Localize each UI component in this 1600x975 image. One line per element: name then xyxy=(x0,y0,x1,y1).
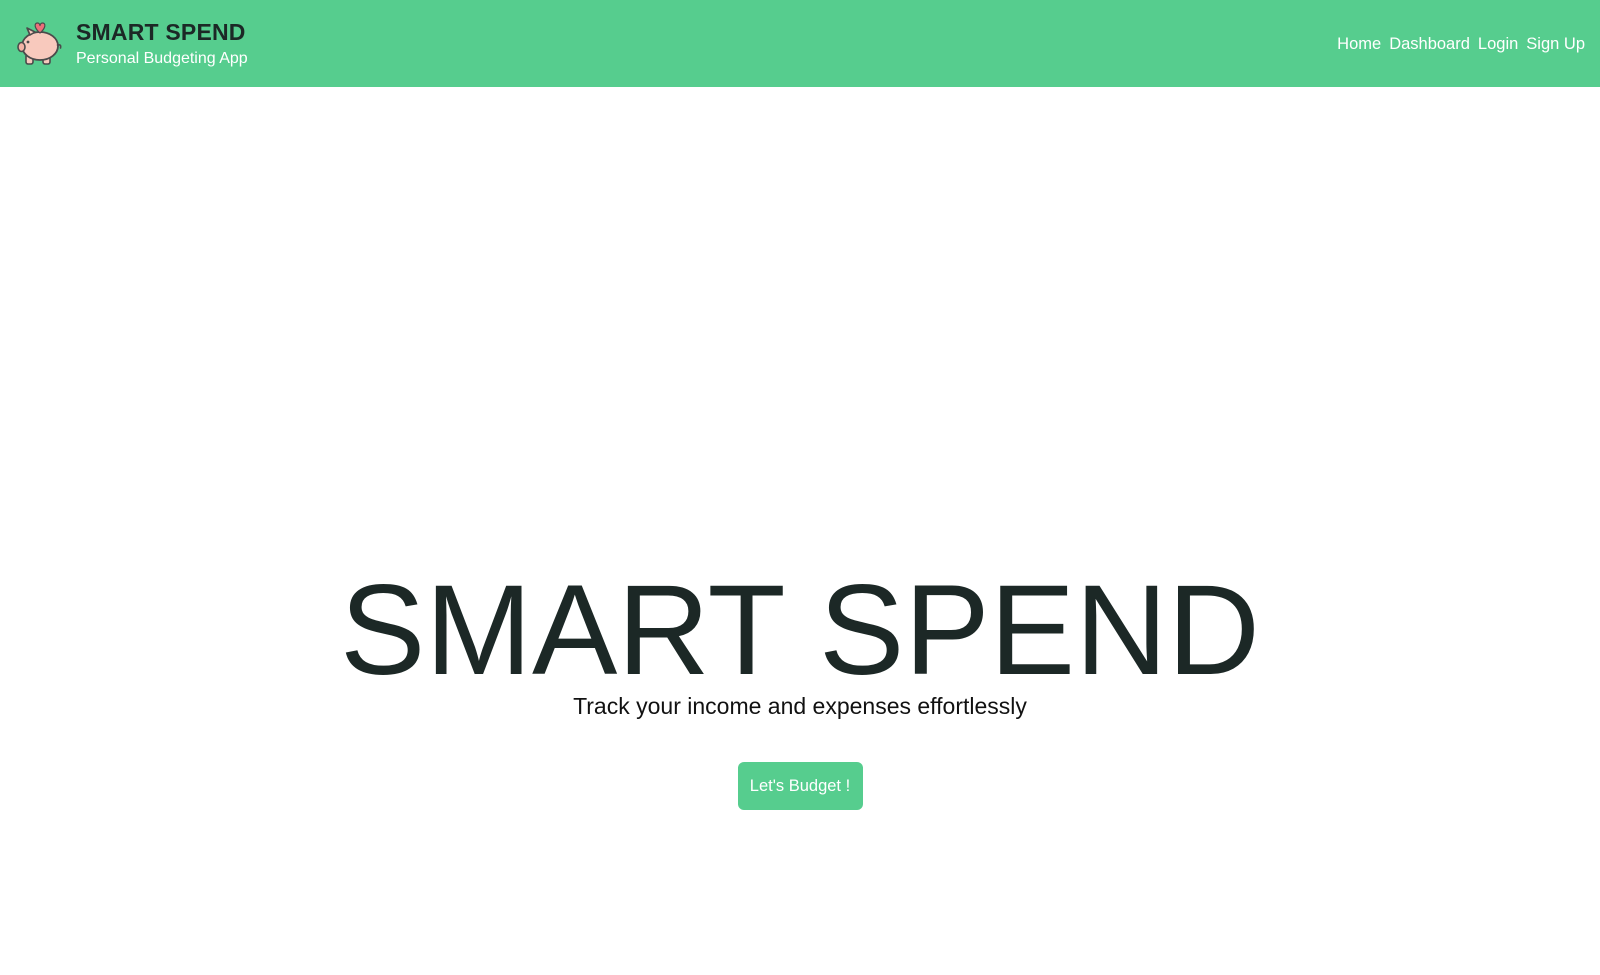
nav-links: Home Dashboard Login Sign Up xyxy=(1337,33,1585,55)
nav-link-login[interactable]: Login xyxy=(1478,33,1518,55)
hero-section: SMART SPEND Track your income and expens… xyxy=(0,560,1600,810)
brand-title: SMART SPEND xyxy=(76,18,246,45)
nav-link-dashboard[interactable]: Dashboard xyxy=(1389,33,1470,55)
lets-budget-button[interactable]: Let's Budget ! xyxy=(737,762,863,810)
hero-subtitle: Track your income and expenses effortles… xyxy=(573,693,1027,719)
brand-text: SMART SPEND Personal Budgeting App xyxy=(76,18,248,70)
navbar: SMART SPEND Personal Budgeting App Home … xyxy=(0,0,1600,87)
nav-link-home[interactable]: Home xyxy=(1337,33,1381,55)
hero-title: SMART SPEND xyxy=(340,559,1260,702)
brand[interactable]: SMART SPEND Personal Budgeting App xyxy=(16,0,248,87)
nav-link-sign-up[interactable]: Sign Up xyxy=(1526,33,1585,55)
brand-subtitle: Personal Budgeting App xyxy=(76,49,248,67)
piggy-bank-icon xyxy=(16,19,64,69)
